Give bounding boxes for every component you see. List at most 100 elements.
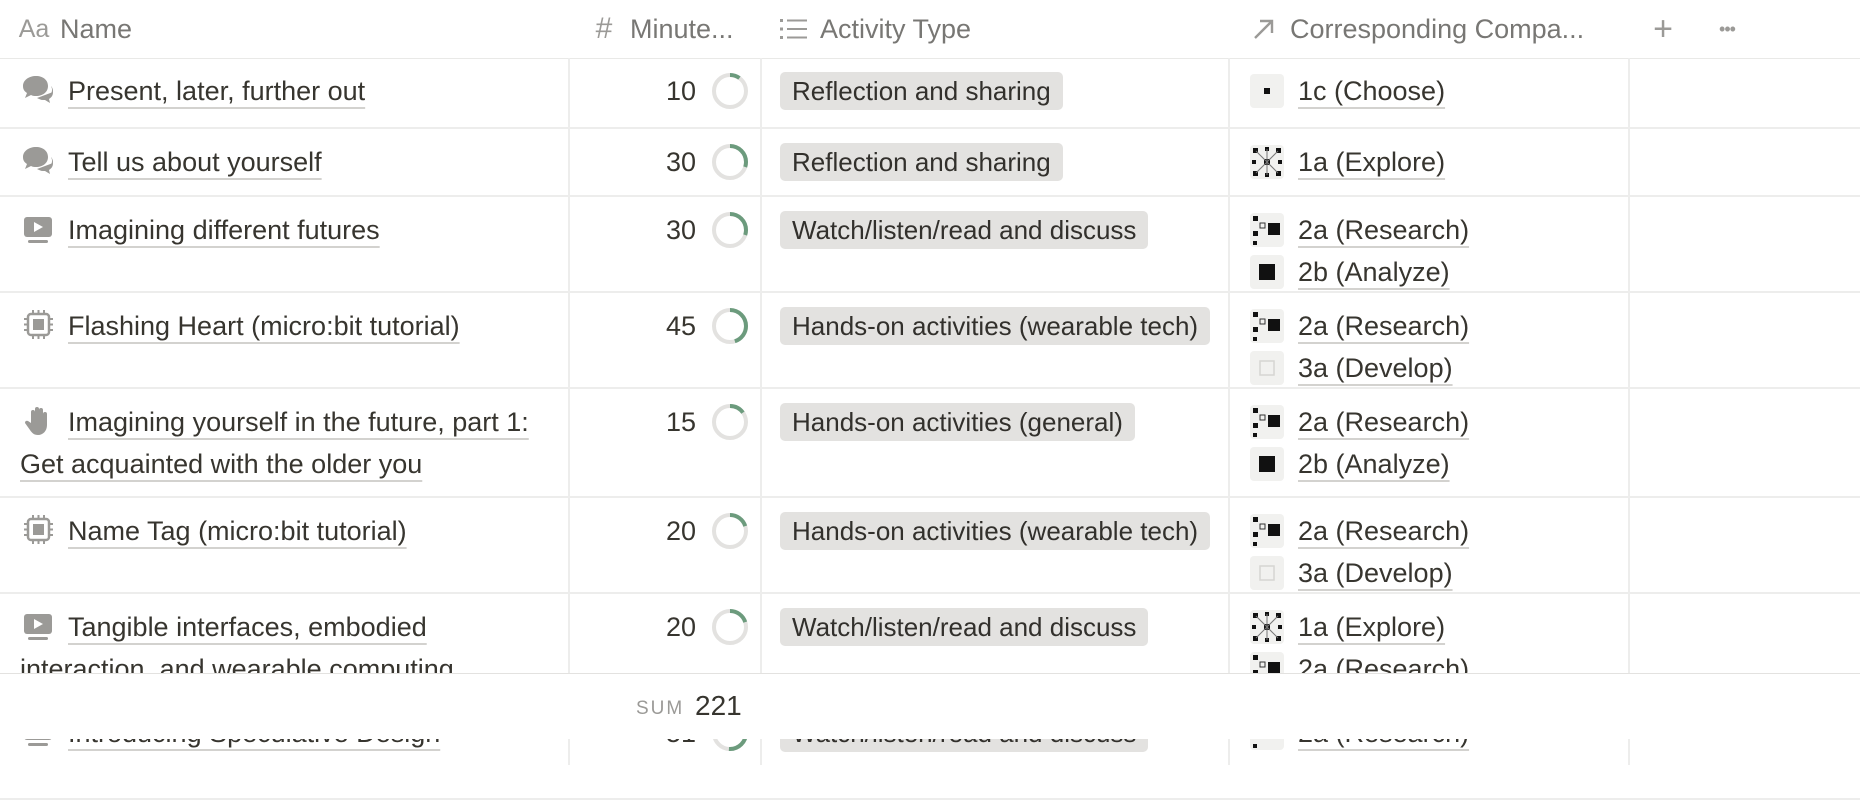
relation-link[interactable]: 2a (Research) <box>1298 215 1469 246</box>
column-header-corresponding-company-label: Corresponding Compa... <box>1290 13 1585 44</box>
dot-icon <box>1250 74 1284 108</box>
name-cell[interactable]: Flashing Heart (micro:bit tutorial) <box>20 293 560 387</box>
relation-item[interactable]: 2b (Analyze) <box>1250 251 1630 291</box>
company-cell[interactable]: 2a (Research) 2b (Analyze) <box>1250 197 1630 291</box>
black-square-icon <box>1250 447 1284 481</box>
text-property-icon: Aa <box>18 14 50 43</box>
row-title-link[interactable]: Tell us about yourself <box>68 147 322 177</box>
list-property-icon <box>778 13 810 45</box>
relation-link[interactable]: 2a (Research) <box>1298 516 1469 547</box>
relation-link[interactable]: 2a (Research) <box>1298 407 1469 438</box>
column-header-minutes[interactable]: # Minute... <box>588 0 768 58</box>
empty-square-icon <box>1250 351 1284 385</box>
minutes-cell[interactable]: 20 <box>570 498 750 592</box>
relation-item[interactable]: 1a (Explore) <box>1250 141 1630 183</box>
progress-ring <box>712 404 748 440</box>
minutes-value: 30 <box>665 215 696 245</box>
name-cell[interactable]: Imagining yourself in the future, part 1… <box>20 389 560 496</box>
relation-item[interactable]: 3a (Develop) <box>1250 347 1630 387</box>
relation-link[interactable]: 2b (Analyze) <box>1298 257 1450 288</box>
relation-link[interactable]: 3a (Develop) <box>1298 558 1453 589</box>
name-cell[interactable]: Imagining different futures <box>20 197 560 291</box>
sum-label[interactable]: SUM <box>636 698 684 720</box>
relation-item[interactable]: 2a (Research) <box>1250 209 1630 251</box>
company-cell[interactable]: 2a (Research) 2b (Analyze) <box>1250 389 1630 496</box>
table-row[interactable]: Name Tag (micro:bit tutorial) 20 Hands-on … <box>0 498 1860 594</box>
row-title-link[interactable]: Flashing Heart (micro:bit tutorial) <box>68 311 460 341</box>
chip-icon <box>20 309 56 341</box>
activity-type-cell[interactable]: Reflection and sharing <box>780 129 1230 195</box>
row-title-link[interactable]: Imagining different futures <box>68 215 380 245</box>
activity-type-cell[interactable]: Hands-on activities (wearable tech) <box>780 498 1230 592</box>
column-header-name[interactable]: Aa Name <box>18 0 558 58</box>
progress-ring <box>712 212 748 248</box>
table-row[interactable]: Imagining different futures 30 Watch/liste… <box>0 197 1860 293</box>
database-table: Aa Name # Minute... Activity Type Corres… <box>0 0 1860 800</box>
table-header: Aa Name # Minute... Activity Type Corres… <box>0 0 1860 59</box>
chip-icon <box>20 514 56 546</box>
squares-icon <box>1250 213 1284 247</box>
minutes-value: 20 <box>665 612 696 642</box>
sum-value: 221 <box>695 690 742 721</box>
activity-type-tag: Watch/listen/read and discuss <box>780 608 1149 646</box>
relation-link[interactable]: 1c (Choose) <box>1298 76 1445 107</box>
name-cell[interactable]: Tell us about yourself <box>20 129 560 195</box>
company-cell[interactable]: 2a (Research) 3a (Develop) <box>1250 293 1630 387</box>
relation-item[interactable]: 3a (Develop) <box>1250 552 1630 592</box>
row-title-link[interactable]: Name Tag (micro:bit tutorial) <box>68 516 407 546</box>
minutes-cell[interactable]: 15 <box>570 389 750 496</box>
activity-type-cell[interactable]: Reflection and sharing <box>780 58 1230 127</box>
relation-item[interactable]: 1c (Choose) <box>1250 70 1630 112</box>
relation-item[interactable]: 2b (Analyze) <box>1250 443 1630 485</box>
activity-type-cell[interactable]: Watch/listen/read and discuss <box>780 197 1230 291</box>
progress-ring <box>712 73 748 109</box>
add-property-button[interactable]: + <box>1643 0 1683 58</box>
table-row[interactable]: Present, later, further out 10 Reflection … <box>0 58 1860 129</box>
table-row[interactable]: Flashing Heart (micro:bit tutorial) 45 Han… <box>0 293 1860 389</box>
video-play-icon <box>20 610 56 642</box>
minutes-cell[interactable]: 10 <box>570 58 750 127</box>
progress-ring <box>712 609 748 645</box>
activity-type-cell[interactable]: Hands-on activities (wearable tech) <box>780 293 1230 387</box>
minutes-cell[interactable]: 45 <box>570 293 750 387</box>
company-cell[interactable]: 2a (Research) 3a (Develop) <box>1250 498 1630 592</box>
activity-type-cell[interactable]: Hands-on activities (general) <box>780 389 1230 496</box>
name-cell[interactable]: Name Tag (micro:bit tutorial) <box>20 498 560 592</box>
column-header-activity-type[interactable]: Activity Type <box>778 0 1218 58</box>
number-property-icon: # <box>595 12 613 45</box>
column-header-corresponding-company[interactable]: Corresponding Compa... <box>1248 0 1628 58</box>
more-options-button[interactable]: ••• <box>1707 0 1747 58</box>
relation-link[interactable]: 1a (Explore) <box>1298 147 1445 178</box>
video-play-icon <box>20 213 56 245</box>
relation-item[interactable]: 2a (Research) <box>1250 401 1630 443</box>
relation-item[interactable]: 1a (Explore) <box>1250 606 1630 648</box>
black-square-icon <box>1250 255 1284 289</box>
empty-square-icon <box>1250 556 1284 590</box>
column-header-minutes-label: Minute... <box>630 13 734 44</box>
company-cell[interactable]: 1a (Explore) <box>1250 129 1630 195</box>
relation-link[interactable]: 2b (Analyze) <box>1298 449 1450 480</box>
minutes-value: 45 <box>665 311 696 341</box>
squares-icon <box>1250 514 1284 548</box>
calculation-footer: SUM 221 <box>0 673 1860 739</box>
minutes-cell[interactable]: 30 <box>570 129 750 195</box>
relation-item[interactable]: 2a (Research) <box>1250 305 1630 347</box>
name-cell[interactable]: Present, later, further out <box>20 58 560 127</box>
company-cell[interactable]: 1c (Choose) <box>1250 58 1630 127</box>
relation-link[interactable]: 3a (Develop) <box>1298 353 1453 384</box>
relation-arrow-icon <box>1248 13 1280 45</box>
squares-icon <box>1250 405 1284 439</box>
minutes-value: 20 <box>665 516 696 546</box>
relation-link[interactable]: 1a (Explore) <box>1298 612 1445 643</box>
minutes-value: 30 <box>665 147 696 177</box>
minutes-value: 10 <box>665 76 696 106</box>
row-title-link[interactable]: Present, later, further out <box>68 76 365 106</box>
progress-ring <box>712 144 748 180</box>
table-row[interactable]: Tell us about yourself 30 Reflection and s… <box>0 129 1860 197</box>
relation-item[interactable]: 2a (Research) <box>1250 510 1630 552</box>
row-title-link[interactable]: Imagining yourself in the future, part 1… <box>20 407 529 479</box>
relation-link[interactable]: 2a (Research) <box>1298 311 1469 342</box>
squares-icon <box>1250 309 1284 343</box>
minutes-cell[interactable]: 30 <box>570 197 750 291</box>
table-row[interactable]: Imagining yourself in the future, part 1… <box>0 389 1860 498</box>
